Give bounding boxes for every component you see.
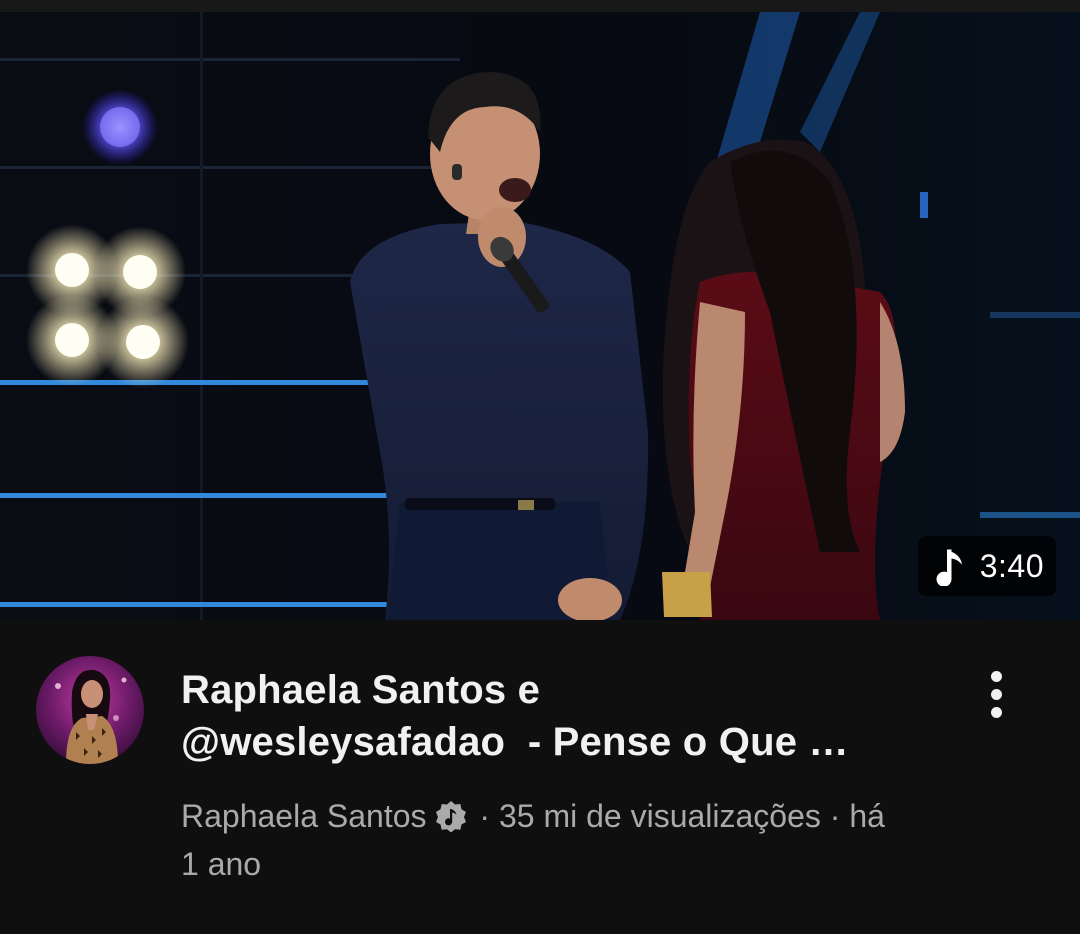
more-vert-icon-dot	[990, 706, 1002, 718]
video-card: 3:40 Raphaela Santos e @wesleysafadao - …	[0, 0, 1080, 934]
meta-separator: ·	[479, 798, 491, 834]
upload-age: 1 ano	[181, 846, 262, 882]
meta-separator: ·	[829, 798, 841, 834]
video-title-line-1: Raphaela Santos e	[181, 668, 541, 712]
duration-text: 3:40	[979, 547, 1044, 584]
video-metadata: Raphaela Santos · 35 mi de visualizações…	[181, 792, 981, 888]
video-thumbnail[interactable]: 3:40	[0, 12, 1080, 620]
music-note-icon	[930, 546, 970, 586]
upload-age-prefix: há	[849, 798, 885, 834]
video-title[interactable]: Raphaela Santos e @wesleysafadao - Pense…	[181, 664, 941, 768]
top-strip	[0, 0, 1080, 12]
channel-name[interactable]: Raphaela Santos	[181, 798, 427, 834]
more-vert-icon	[990, 670, 1002, 682]
duration-badge: 3:40	[917, 536, 1056, 596]
more-vert-icon-dot	[990, 688, 1002, 700]
thumbnail-image	[0, 12, 1080, 620]
video-title-line-2: @wesleysafadao - Pense o Que …	[181, 720, 849, 764]
view-count: 35 mi de visualizações	[498, 798, 821, 834]
more-options-button[interactable]	[972, 664, 1020, 724]
video-info: Raphaela Santos e @wesleysafadao - Pense…	[0, 620, 1080, 934]
channel-avatar[interactable]	[36, 656, 144, 764]
verified-music-icon	[435, 797, 467, 833]
